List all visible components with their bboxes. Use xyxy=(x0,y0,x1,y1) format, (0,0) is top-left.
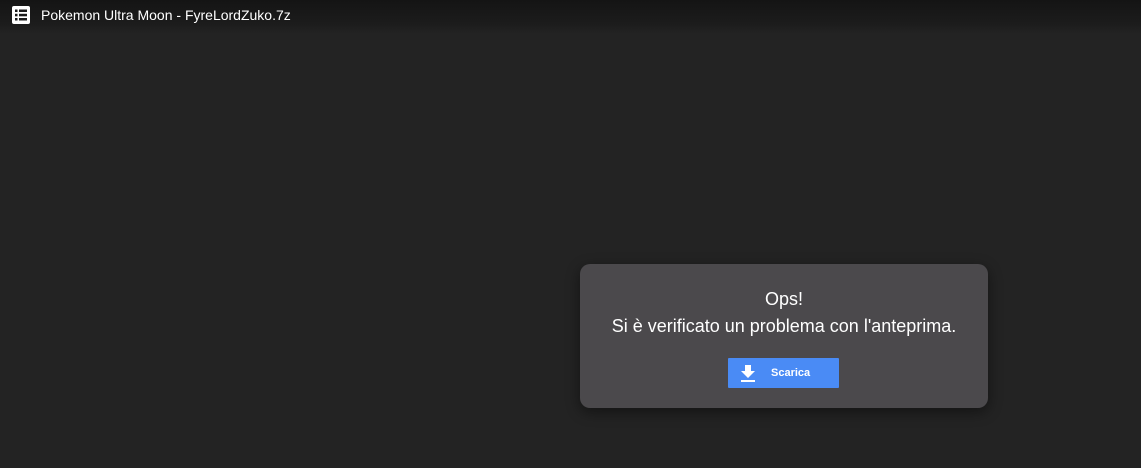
download-button-label: Scarica xyxy=(771,367,811,379)
download-button[interactable]: Scarica xyxy=(728,358,839,388)
error-message: Si è verificato un problema con l'antepr… xyxy=(611,316,957,336)
download-icon xyxy=(741,365,755,382)
file-title: Pokemon Ultra Moon - FyreLordZuko.7z xyxy=(41,7,291,23)
viewer-header: Pokemon Ultra Moon - FyreLordZuko.7z xyxy=(0,0,1141,34)
file-list-icon xyxy=(12,6,30,24)
error-heading: Ops! xyxy=(764,289,803,309)
preview-error-dialog: Ops! Si è verificato un problema con l'a… xyxy=(580,264,988,408)
